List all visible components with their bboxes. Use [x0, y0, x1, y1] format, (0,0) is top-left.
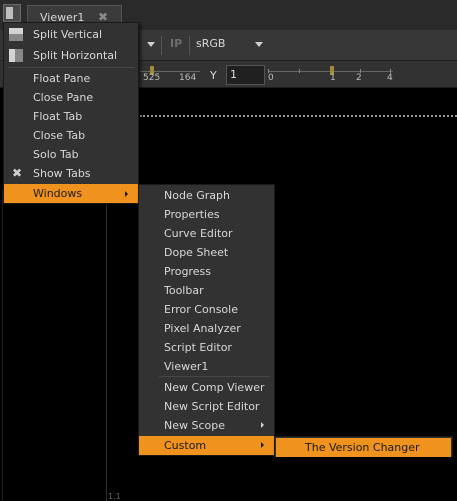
pane-context-menu: Split Vertical Split Horizontal Float Pa… — [3, 22, 139, 204]
menu-item-float-tab[interactable]: Float Tab — [4, 107, 138, 126]
submenu-arrow-icon — [261, 442, 264, 448]
menu-item-float-pane[interactable]: Float Pane — [4, 69, 138, 88]
menu-item-properties[interactable]: Properties — [139, 205, 274, 224]
y-label: Y — [210, 69, 217, 82]
menu-item-dope-sheet[interactable]: Dope Sheet — [139, 243, 274, 262]
y-gain-input[interactable]: 1 — [226, 65, 265, 85]
scale-tick — [299, 69, 300, 73]
exposure-scale-label: 525 — [143, 73, 161, 83]
menu-item-close-tab[interactable]: Close Tab — [4, 126, 138, 145]
chevron-down-icon[interactable] — [255, 42, 263, 47]
menu-item-script-editor[interactable]: Script Editor — [139, 338, 274, 357]
menu-item-viewer1[interactable]: Viewer1 — [139, 357, 274, 376]
menu-item-split-vertical[interactable]: Split Vertical — [4, 25, 138, 44]
menu-item-progress[interactable]: Progress — [139, 262, 274, 281]
menu-item-new-scope[interactable]: New Scope — [139, 416, 274, 435]
menu-item-version-changer[interactable]: The Version Changer — [276, 438, 451, 457]
split-horizontal-icon — [9, 49, 23, 62]
custom-submenu: The Version Changer — [274, 436, 453, 457]
gamma-scale-label: 2 — [356, 73, 362, 83]
canvas-guide-line — [2, 190, 3, 501]
menu-item-windows[interactable]: Windows — [4, 184, 138, 203]
toolbar-divider — [161, 36, 162, 55]
windows-submenu: Node Graph Properties Curve Editor Dope … — [138, 184, 275, 456]
colorspace-select[interactable]: sRGB — [196, 37, 225, 50]
menu-item-new-comp-viewer[interactable]: New Comp Viewer — [139, 378, 274, 397]
gamma-scale-label: 1 — [330, 73, 336, 83]
menu-item-curve-editor[interactable]: Curve Editor — [139, 224, 274, 243]
menu-item-solo-tab[interactable]: Solo Tab — [4, 145, 138, 164]
toolbar-divider — [189, 36, 190, 55]
gamma-scale-label: 0 — [268, 73, 274, 83]
menu-item-show-tabs[interactable]: ✖ Show Tabs — [4, 164, 138, 183]
canvas-guide-line — [106, 190, 107, 501]
menu-item-pixel-analyzer[interactable]: Pixel Analyzer — [139, 319, 274, 338]
checkmark-icon: ✖ — [12, 166, 23, 180]
gamma-scale-label: 4 — [387, 73, 393, 83]
submenu-arrow-icon — [261, 422, 264, 428]
submenu-arrow-icon — [125, 191, 128, 197]
menu-item-custom[interactable]: Custom — [139, 436, 274, 455]
menu-item-error-console[interactable]: Error Console — [139, 300, 274, 319]
menu-item-new-script-editor[interactable]: New Script Editor — [139, 397, 274, 416]
menu-separator — [8, 67, 134, 68]
menu-item-close-pane[interactable]: Close Pane — [4, 88, 138, 107]
pane-menu-icon — [6, 7, 13, 19]
menu-item-node-graph[interactable]: Node Graph — [139, 186, 274, 205]
exposure-slider-track[interactable] — [140, 71, 200, 72]
pane-menu-button[interactable] — [3, 4, 21, 22]
menu-item-toolbar[interactable]: Toolbar — [139, 281, 274, 300]
menu-separator — [159, 376, 269, 377]
canvas-corner-text: 1.1 — [108, 492, 121, 501]
split-vertical-icon — [9, 28, 23, 41]
menu-item-split-horizontal[interactable]: Split Horizontal — [4, 46, 138, 65]
exposure-scale-label: 164 — [179, 73, 197, 83]
input-process-button[interactable]: IP — [170, 37, 182, 50]
image-bbox-line — [140, 115, 457, 117]
chevron-down-icon[interactable] — [147, 42, 155, 47]
